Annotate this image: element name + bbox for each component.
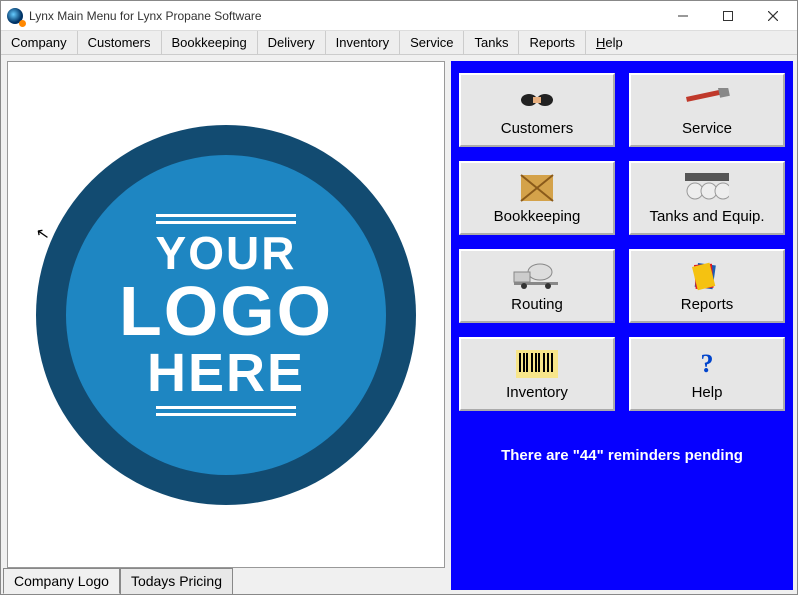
maximize-button[interactable]: [705, 2, 750, 30]
service-button[interactable]: Service: [629, 73, 785, 147]
logo-text-2: LOGO: [119, 276, 333, 346]
close-icon: [768, 11, 778, 21]
service-label: Service: [682, 120, 732, 137]
customers-button[interactable]: Customers: [459, 73, 615, 147]
barcode-icon: [516, 348, 558, 380]
minimize-icon: [678, 11, 688, 21]
menu-inventory[interactable]: Inventory: [326, 31, 400, 54]
tanks-button[interactable]: Tanks and Equip.: [629, 161, 785, 235]
main-window: Lynx Main Menu for Lynx Propane Software…: [0, 0, 798, 595]
menu-help[interactable]: Help: [586, 31, 633, 54]
cursor-icon: ↖: [34, 223, 51, 245]
reports-label: Reports: [681, 296, 734, 313]
bookkeeping-label: Bookkeeping: [494, 208, 581, 225]
handshake-icon: [515, 84, 559, 116]
menu-delivery[interactable]: Delivery: [258, 31, 326, 54]
logo-text-1: YOUR: [156, 230, 297, 276]
menu-bookkeeping[interactable]: Bookkeeping: [162, 31, 258, 54]
reminder-count: 44: [580, 447, 597, 464]
menubar: Company Customers Bookkeeping Delivery I…: [1, 31, 797, 55]
ledger-icon: [519, 172, 555, 204]
window-controls: [660, 2, 795, 30]
bookkeeping-button[interactable]: Bookkeeping: [459, 161, 615, 235]
maximize-icon: [723, 11, 733, 21]
minimize-button[interactable]: [660, 2, 705, 30]
inventory-button[interactable]: Inventory: [459, 337, 615, 411]
reports-button[interactable]: Reports: [629, 249, 785, 323]
routing-label: Routing: [511, 296, 563, 313]
tanks-icon: [685, 172, 729, 204]
app-icon: [7, 8, 23, 24]
question-icon: ?: [701, 348, 714, 380]
close-button[interactable]: [750, 2, 795, 30]
routing-button[interactable]: Routing: [459, 249, 615, 323]
left-pane: ↖ YOUR LOGO HERE Company Logo Todays Pri…: [1, 55, 451, 594]
customers-label: Customers: [501, 120, 574, 137]
help-label: Help: [692, 384, 723, 401]
reports-icon: [690, 260, 724, 292]
tab-todays-pricing[interactable]: Todays Pricing: [120, 568, 233, 594]
status-text: There are "44" reminders pending: [459, 447, 785, 464]
window-title: Lynx Main Menu for Lynx Propane Software: [29, 9, 660, 23]
titlebar: Lynx Main Menu for Lynx Propane Software: [1, 1, 797, 31]
truck-icon: [512, 260, 562, 292]
tab-strip: Company Logo Todays Pricing: [1, 568, 451, 594]
help-button[interactable]: ? Help: [629, 337, 785, 411]
wrench-icon: [682, 84, 732, 116]
content-area: ↖ YOUR LOGO HERE Company Logo Todays Pri…: [1, 55, 797, 594]
button-grid: Customers Service Bookkeeping: [459, 73, 785, 411]
logo-area: ↖ YOUR LOGO HERE: [7, 61, 445, 568]
menu-customers[interactable]: Customers: [78, 31, 162, 54]
logo-placeholder: YOUR LOGO HERE: [36, 125, 416, 505]
menu-company[interactable]: Company: [1, 31, 78, 54]
logo-text-3: HERE: [147, 346, 305, 400]
inventory-label: Inventory: [506, 384, 568, 401]
menu-tanks[interactable]: Tanks: [464, 31, 519, 54]
tab-company-logo[interactable]: Company Logo: [3, 568, 120, 594]
menu-reports[interactable]: Reports: [519, 31, 586, 54]
tanks-label: Tanks and Equip.: [649, 208, 764, 225]
menu-service[interactable]: Service: [400, 31, 464, 54]
right-pane: Customers Service Bookkeeping: [451, 61, 793, 590]
